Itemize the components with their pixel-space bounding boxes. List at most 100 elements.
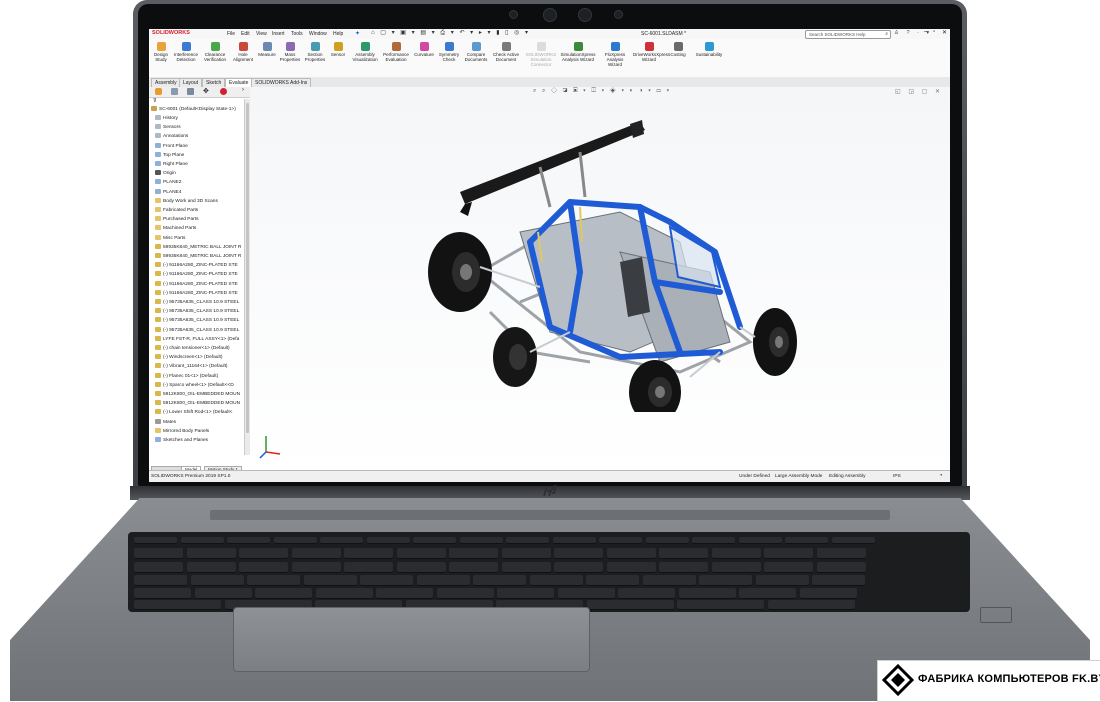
keyboard-key[interactable] [134, 562, 183, 573]
rebuild-icon[interactable]: ◔ [939, 473, 943, 479]
keyboard-key[interactable] [134, 575, 187, 586]
keyboard-key[interactable] [186, 562, 236, 573]
mass-properties-button[interactable]: Mass Properties [279, 42, 301, 62]
tree-item[interactable]: 5912K800_OIL-EMBEDDED MOUN [155, 390, 250, 399]
configurationmanager-icon[interactable] [187, 88, 194, 95]
keyboard-key[interactable] [436, 588, 494, 599]
keyboard-key[interactable] [396, 548, 446, 559]
keyboard-key[interactable] [586, 575, 639, 586]
tree-item[interactable]: Right Plane [155, 160, 250, 169]
floxpress-analysis-wizard-button[interactable]: FloXpress Analysis Wizard [599, 42, 631, 67]
keyboard-key[interactable] [239, 548, 288, 559]
keyboard-key[interactable] [692, 537, 735, 544]
keyboard-key[interactable] [190, 575, 244, 586]
interference-detection-button[interactable]: Interference Detection [173, 42, 199, 62]
tree-item[interactable]: (-) 91166A280_ZINC-PLATED STE [155, 280, 250, 289]
keyboard-key[interactable] [529, 575, 583, 586]
tree-item[interactable]: PLANE2 [155, 178, 250, 187]
tab-layout[interactable]: Layout [179, 78, 203, 87]
keyboard-key[interactable] [618, 588, 675, 599]
keyboard-key[interactable] [506, 537, 549, 544]
keyboard-key[interactable] [677, 600, 764, 610]
keyboard-key[interactable] [739, 588, 796, 599]
clearance-verification-button[interactable]: Clearance Verification [201, 42, 229, 62]
tree-item[interactable]: (-) 95735A635_CLASS 10.9 STEEL [155, 307, 250, 316]
tab-evaluate[interactable]: Evaluate [225, 78, 253, 87]
keyboard-key[interactable] [497, 588, 554, 599]
graphics-area[interactable]: ⌕ ⌕ ◇ ◪ ▣ ▾ ◫ ▾ ◈ ▾ ◐ ◑ ▾ ▭ ▾ ◱ ◲ ▢ ✕ [250, 87, 950, 470]
search-box[interactable]: Search SOLIDWORKS Help ⌕ [805, 30, 891, 39]
menu-view[interactable]: View [256, 31, 267, 37]
keyboard-key[interactable] [344, 562, 393, 573]
keyboard-key[interactable] [134, 600, 221, 610]
tree-item[interactable]: Purchased Parts [155, 215, 250, 224]
keyboard-key[interactable] [416, 575, 470, 586]
propertymanager-icon[interactable] [171, 88, 178, 95]
keyboard-key[interactable] [785, 537, 828, 544]
tab-solidworks-add-ins[interactable]: SOLIDWORKS Add-Ins [251, 78, 312, 87]
keyboard-key[interactable] [320, 537, 363, 544]
tree-item[interactable]: Top Plane [155, 151, 250, 160]
check-active-document-button[interactable]: Check Active Document [491, 42, 521, 62]
pin-icon[interactable]: ✦ [355, 30, 360, 37]
section-properties-button[interactable]: Section Properties [303, 42, 327, 62]
keyboard-key[interactable] [645, 537, 689, 544]
driveworksxpress-wizard-button[interactable]: DriveWorksXpress Wizard [633, 42, 670, 62]
keyboard-key[interactable] [273, 537, 317, 544]
touchpad[interactable] [233, 607, 590, 672]
quick-access-toolbar[interactable]: ⌂ ▢ ▾ ▣ ▾ ▤ ▾ ⎙ ▾ ↶ ▾ ▸ ▾ ▮ ▯ ◎ ▾ [371, 29, 530, 37]
keyboard-key[interactable] [557, 588, 615, 599]
costing-button[interactable]: Costing [666, 42, 690, 57]
keyboard-key[interactable] [659, 562, 708, 573]
tree-root[interactable]: SC-6001 (Default<Display State-1>) [151, 105, 246, 114]
keyboard-key[interactable] [711, 548, 761, 559]
keyboard-key[interactable] [459, 537, 503, 544]
tree-item[interactable]: Fabricated Parts [155, 206, 250, 215]
menu-window[interactable]: Window [309, 31, 327, 37]
keyboard-key[interactable] [554, 548, 603, 559]
keyboard-key[interactable] [767, 600, 855, 610]
sensor-button[interactable]: Sensor [329, 42, 347, 57]
menu-tools[interactable]: Tools [291, 31, 303, 37]
tab-sketch[interactable]: Sketch [202, 78, 226, 87]
keyboard-key[interactable] [413, 537, 456, 544]
keyboard-key[interactable] [449, 548, 498, 559]
tree-item[interactable]: Misc Parts [155, 234, 250, 243]
keyboard-key[interactable] [755, 575, 809, 586]
tab-assembly[interactable]: Assembly [151, 78, 181, 87]
keyboard-key[interactable] [473, 575, 526, 586]
measure-button[interactable]: Measure [257, 42, 277, 57]
minimize-icon[interactable]: – [924, 29, 927, 35]
performance-evaluation-button[interactable]: Performance Evaluation [381, 42, 411, 62]
tree-item[interactable]: (-) 95735A635_CLASS 10.9 STEEL [155, 298, 250, 307]
tree-item[interactable]: Annotations [155, 132, 250, 141]
tree-item[interactable]: Sketches and Planes [155, 436, 250, 445]
tree-item[interactable]: (-) Lower Shift Rod<1> (Default< [155, 408, 250, 417]
design-study-button[interactable]: Design Study [151, 42, 171, 62]
dimxpert-icon[interactable]: ✥ [203, 87, 209, 95]
tree-item[interactable]: LYFE FST-R, FULL ASSY<1> (Defa [155, 335, 250, 344]
tree-item[interactable]: (-) 91166A280_ZINC-PLATED STE [155, 261, 250, 270]
keyboard-key[interactable] [816, 562, 866, 573]
display-manager-icon[interactable] [220, 88, 227, 95]
keyboard-key[interactable] [291, 548, 341, 559]
tree-item[interactable]: 59935K840_METRIC BALL JOINT R [155, 252, 250, 261]
close-icon[interactable]: ✕ [942, 29, 947, 36]
keyboard-key[interactable] [554, 562, 603, 573]
keyboard-key[interactable] [738, 537, 782, 544]
curvature-button[interactable]: Curvature [413, 42, 435, 57]
heads-up-view-toolbar[interactable]: ⌕ ⌕ ◇ ◪ ▣ ▾ ◫ ▾ ◈ ▾ ◐ ◑ ▾ ▭ ▾ [533, 88, 671, 95]
compare-documents-button[interactable]: Compare Documents [463, 42, 489, 62]
tree-item[interactable]: Origin [155, 169, 250, 178]
tree-item[interactable]: PLANE4 [155, 188, 250, 197]
keyboard-key[interactable] [711, 562, 761, 573]
keyboard-key[interactable] [599, 537, 642, 544]
tree-item[interactable]: 59935K840_METRIC BALL JOINT R [155, 243, 250, 252]
menu-edit[interactable]: Edit [241, 31, 250, 37]
simulationxpress-analysis-wizard-button[interactable]: SimulationXpress Analysis Wizard [559, 42, 597, 62]
assembly-visualization-button[interactable]: Assembly Visualization [352, 42, 378, 62]
keyboard-key[interactable] [194, 588, 252, 599]
keyboard-key[interactable] [449, 562, 498, 573]
keyboard-key[interactable] [764, 562, 813, 573]
keyboard-key[interactable] [659, 548, 708, 559]
